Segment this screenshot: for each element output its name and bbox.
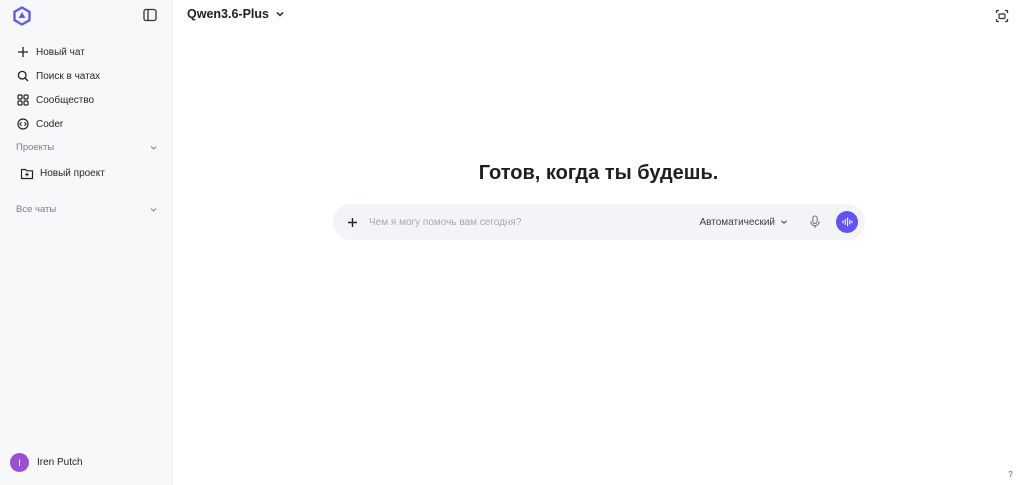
plus-icon: [347, 217, 357, 227]
microphone-button[interactable]: [806, 213, 824, 231]
community-button[interactable]: Сообщество: [12, 88, 162, 112]
main-area: Qwen3.6-Plus Готов, когда ты будешь. Авт…: [173, 0, 1024, 485]
sidebar: Новый чат Поиск в чатах Сообщество Coder: [0, 0, 173, 485]
chevron-down-icon: [276, 11, 284, 17]
sidebar-nav: Новый чат Поиск в чатах Сообщество Coder: [12, 40, 162, 136]
projects-section-toggle[interactable]: Проекты: [16, 138, 158, 156]
chat-input[interactable]: [369, 212, 700, 232]
coder-button[interactable]: Coder: [12, 112, 162, 136]
plus-icon: [16, 45, 30, 59]
temporary-chat-icon[interactable]: [994, 8, 1010, 24]
voice-mode-button[interactable]: [836, 211, 858, 233]
mode-label: Автоматический: [699, 216, 776, 228]
chevron-down-icon: [781, 220, 787, 224]
community-label: Сообщество: [36, 94, 95, 106]
grid-icon: [16, 93, 30, 107]
avatar: I: [10, 453, 29, 472]
app: Новый чат Поиск в чатах Сообщество Coder: [0, 0, 1024, 485]
mode-selector[interactable]: Автоматический: [700, 217, 789, 228]
new-chat-label: Новый чат: [36, 46, 85, 58]
chevron-down-icon: [150, 207, 157, 212]
all-chats-label: Все чаты: [16, 203, 57, 215]
search-chats-button[interactable]: Поиск в чатах: [12, 64, 162, 88]
attach-button[interactable]: [341, 211, 363, 233]
chevron-down-icon: [150, 145, 157, 150]
sidebar-toggle-icon[interactable]: [142, 7, 158, 23]
page-title: Готов, когда ты будешь.: [478, 162, 719, 184]
model-name: Qwen3.6-Plus: [187, 7, 269, 21]
microphone-icon: [810, 215, 820, 228]
chat-input-bar: Автоматический: [333, 204, 865, 240]
new-project-button[interactable]: Новый проект: [20, 164, 105, 182]
qwen-logo-icon[interactable]: [12, 6, 32, 26]
search-icon: [16, 69, 30, 83]
search-chats-label: Поиск в чатах: [36, 70, 101, 82]
user-profile[interactable]: I Iren Putch: [10, 453, 83, 472]
model-selector[interactable]: Qwen3.6-Plus: [187, 7, 285, 21]
coder-label: Coder: [36, 118, 64, 130]
help-button[interactable]: ?: [1005, 470, 1016, 481]
user-name: Iren Putch: [37, 457, 83, 468]
projects-label: Проекты: [16, 141, 55, 153]
new-chat-button[interactable]: Новый чат: [12, 40, 162, 64]
all-chats-section-toggle[interactable]: Все чаты: [16, 200, 158, 218]
new-project-label: Новый проект: [40, 167, 105, 179]
code-icon: [16, 117, 30, 131]
waveform-icon: [842, 217, 853, 227]
folder-plus-icon: [20, 166, 34, 180]
